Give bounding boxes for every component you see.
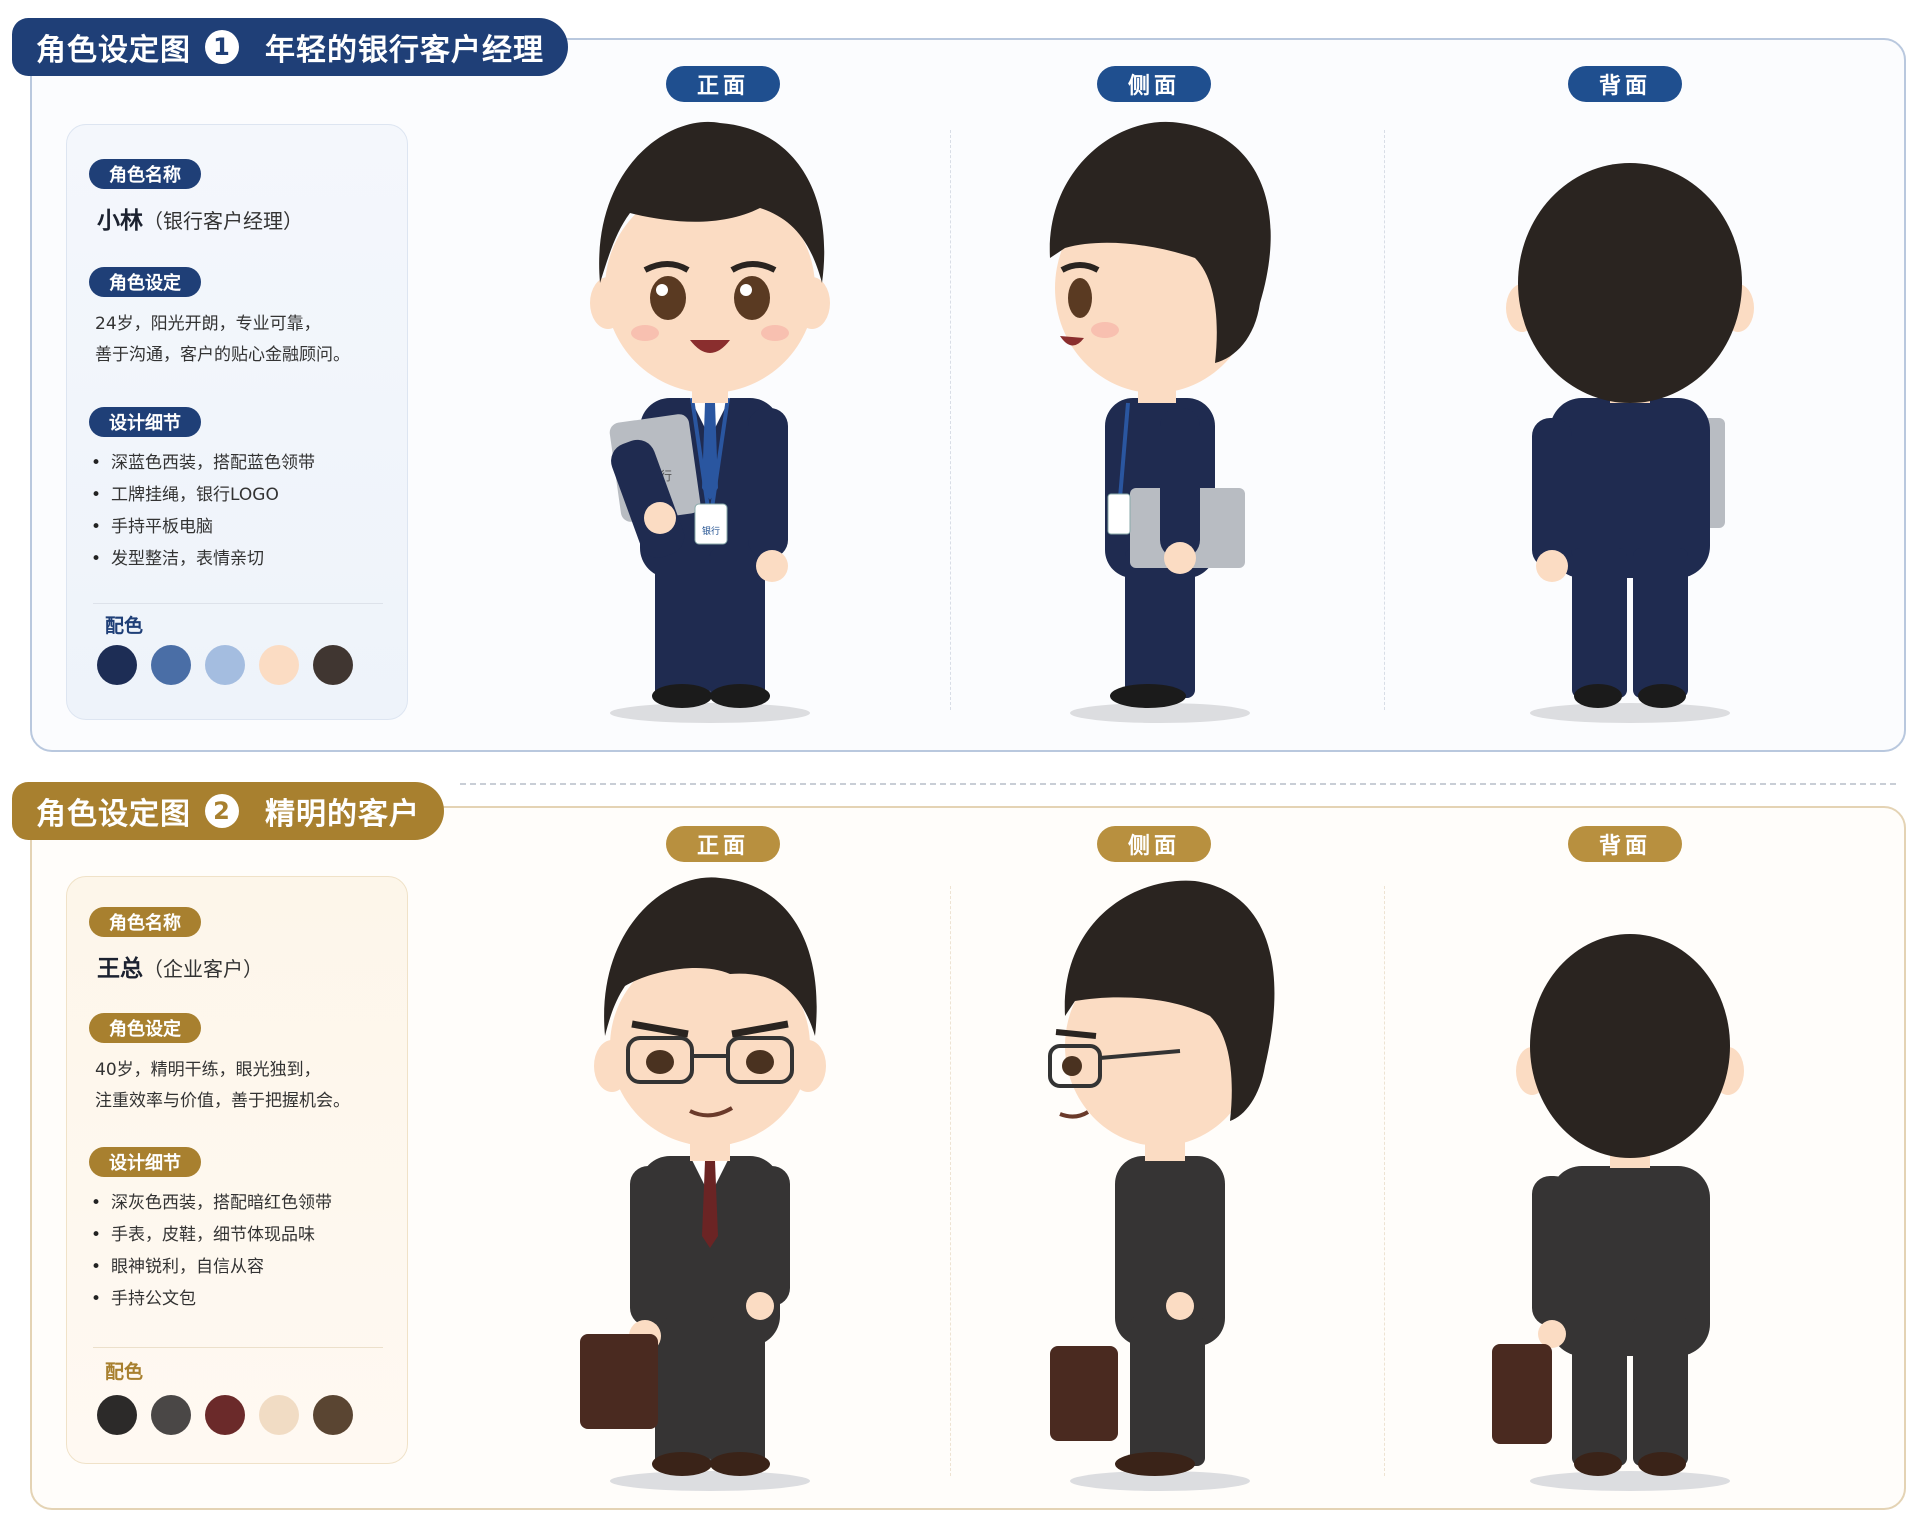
- view-label-front: 正面: [666, 66, 780, 102]
- character-name: 小林（银行客户经理）: [97, 201, 303, 235]
- palette-label: 配色: [105, 1361, 144, 1383]
- name-label-pill: 角色名称: [89, 159, 201, 189]
- list-item: 发型整洁，表情亲切: [91, 543, 315, 575]
- character-side-view: [1049, 121, 1271, 723]
- detail-label-pill: 设计细节: [89, 407, 201, 437]
- sheet-title: 角色设定图: [36, 33, 191, 68]
- color-swatch: [259, 1395, 299, 1435]
- character-sheet-2: 角色设定图 2 精明的客户 角色名称 王总（企业客户） 角色设定 40岁，精明干…: [0, 766, 1920, 1526]
- sheet-subtitle: 年轻的银行客户经理: [265, 33, 544, 68]
- palette-swatches: [97, 1395, 353, 1435]
- name-text: 小林: [97, 208, 143, 234]
- color-swatch: [97, 645, 137, 685]
- list-item: 眼神锐利，自信从容: [91, 1251, 332, 1283]
- name-role: （企业客户）: [143, 957, 263, 981]
- list-item: 手持公文包: [91, 1283, 332, 1315]
- setting-line: 24岁，阳光开朗，专业可靠，: [95, 314, 321, 334]
- character-back-view: [1492, 934, 1744, 1491]
- character-back-view: [1506, 163, 1754, 723]
- setting-line: 40岁，精明干练，眼光独到，: [95, 1060, 321, 1080]
- character-name: 王总（企业客户）: [97, 949, 263, 983]
- setting-description: 24岁，阳光开朗，专业可靠， 善于沟通，客户的贴心金融顾问。: [95, 309, 350, 371]
- badge-label: 银行: [702, 525, 720, 537]
- sheet-number-badge: 2: [205, 794, 239, 828]
- column-separator: [950, 886, 951, 1476]
- character-side-view: [1048, 880, 1275, 1491]
- color-swatch: [259, 645, 299, 685]
- color-swatch: [205, 645, 245, 685]
- list-item: 工牌挂绳，银行LOGO: [91, 479, 315, 511]
- view-label-side: 侧面: [1097, 826, 1211, 862]
- detail-list: 深灰色西装，搭配暗红色领带 手表，皮鞋，细节体现品味 眼神锐利，自信从容 手持公…: [91, 1187, 332, 1315]
- column-separator: [950, 130, 951, 710]
- color-swatch: [151, 645, 191, 685]
- setting-description: 40岁，精明干练，眼光独到， 注重效率与价值，善于把握机会。: [95, 1055, 350, 1117]
- color-swatch: [97, 1395, 137, 1435]
- sheet-title-tab: 角色设定图 1 年轻的银行客户经理: [12, 18, 568, 76]
- card-divider: [93, 603, 383, 604]
- sheet-number-badge: 1: [205, 30, 239, 64]
- setting-line: 善于沟通，客户的贴心金融顾问。: [95, 345, 350, 365]
- color-swatch: [205, 1395, 245, 1435]
- list-item: 深灰色西装，搭配暗红色领带: [91, 1187, 332, 1219]
- info-card: 角色名称 王总（企业客户） 角色设定 40岁，精明干练，眼光独到， 注重效率与价…: [66, 876, 408, 1464]
- list-item: 手持平板电脑: [91, 511, 315, 543]
- palette-swatches: [97, 645, 353, 685]
- character-sheet-1: 角色设定图 1 年轻的银行客户经理 角色名称 小林（银行客户经理） 角色设定 2…: [0, 0, 1920, 760]
- name-text: 王总: [97, 956, 143, 982]
- detail-list: 深蓝色西装，搭配蓝色领带 工牌挂绳，银行LOGO 手持平板电脑 发型整洁，表情亲…: [91, 447, 315, 575]
- color-swatch: [313, 1395, 353, 1435]
- color-swatch: [151, 1395, 191, 1435]
- color-swatch: [313, 645, 353, 685]
- character-front-view: 银行 银行: [590, 121, 830, 723]
- view-label-back: 背面: [1568, 826, 1682, 862]
- list-item: 手表，皮鞋，细节体现品味: [91, 1219, 332, 1251]
- detail-label-pill: 设计细节: [89, 1147, 201, 1177]
- list-item: 深蓝色西装，搭配蓝色领带: [91, 447, 315, 479]
- sheet-title-tab: 角色设定图 2 精明的客户: [12, 782, 444, 840]
- view-label-back: 背面: [1568, 66, 1682, 102]
- setting-line: 注重效率与价值，善于把握机会。: [95, 1091, 350, 1111]
- setting-label-pill: 角色设定: [89, 1013, 201, 1043]
- name-label-pill: 角色名称: [89, 907, 201, 937]
- column-separator: [1384, 886, 1385, 1476]
- setting-label-pill: 角色设定: [89, 267, 201, 297]
- sheet-title: 角色设定图: [36, 797, 191, 832]
- column-separator: [1384, 130, 1385, 710]
- name-role: （银行客户经理）: [143, 209, 303, 233]
- palette-label: 配色: [105, 615, 144, 637]
- card-divider: [93, 1347, 383, 1348]
- character-front-view: [580, 877, 826, 1491]
- info-card: 角色名称 小林（银行客户经理） 角色设定 24岁，阳光开朗，专业可靠， 善于沟通…: [66, 124, 408, 720]
- view-label-front: 正面: [666, 826, 780, 862]
- sheet-subtitle: 精明的客户: [265, 797, 420, 832]
- view-label-side: 侧面: [1097, 66, 1211, 102]
